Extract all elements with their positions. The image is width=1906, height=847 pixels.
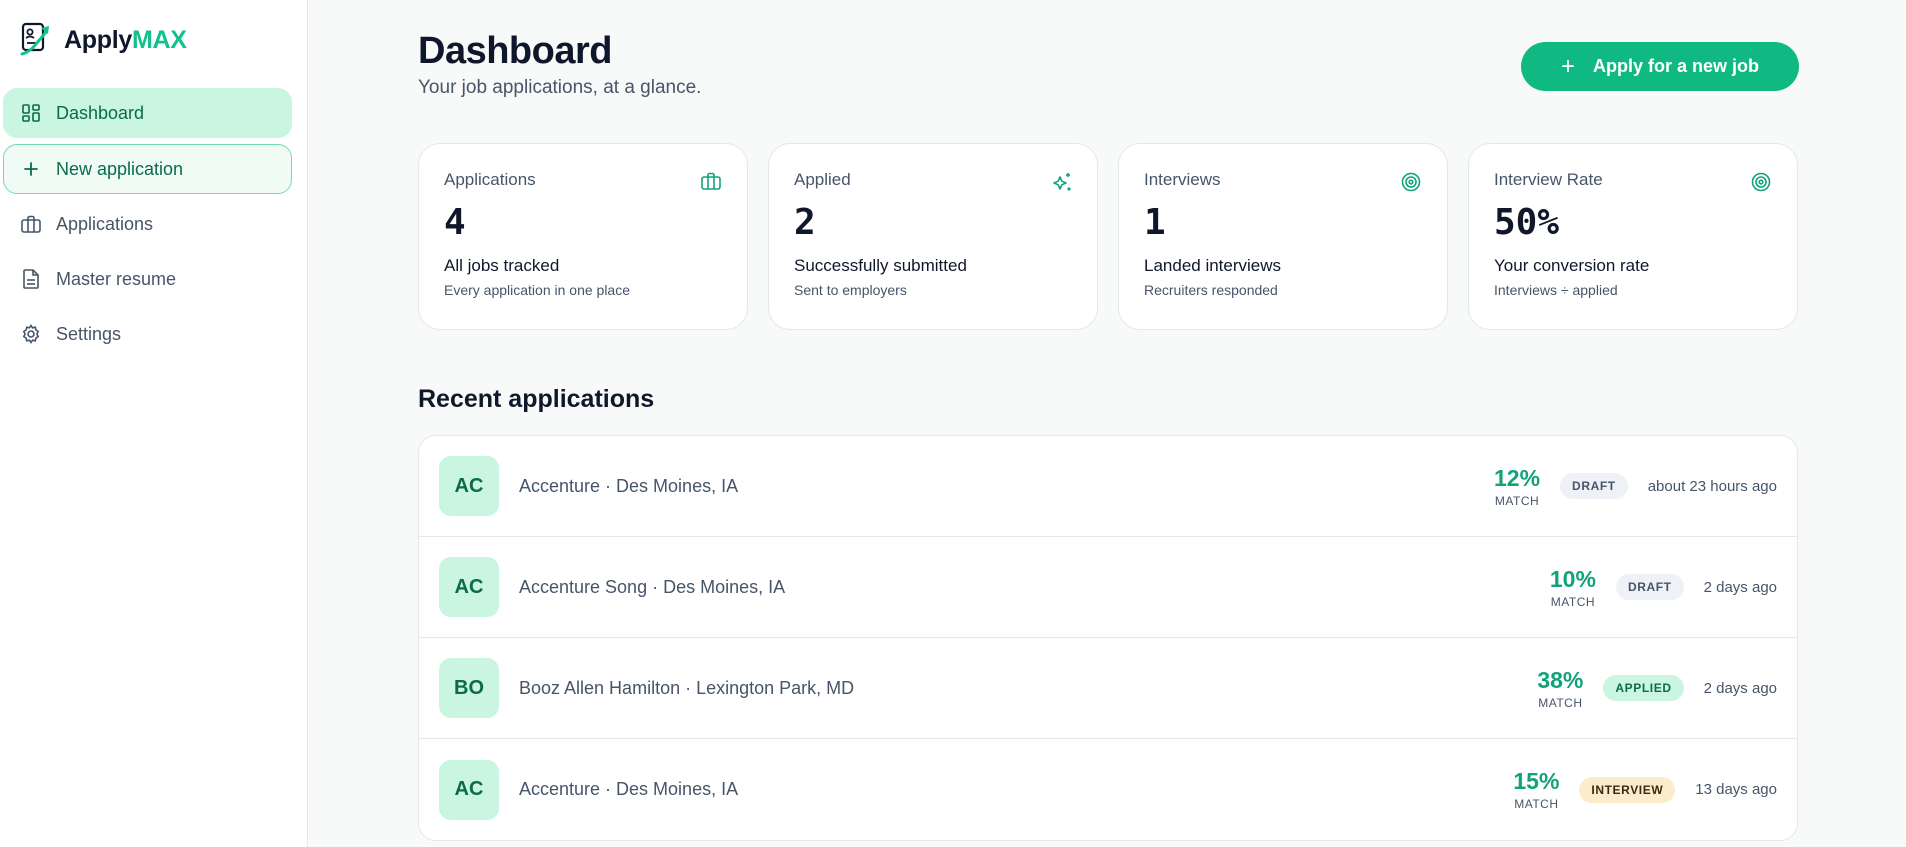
- avatar: AC: [439, 557, 499, 617]
- match-value: 15%: [1513, 768, 1560, 794]
- row-meta: 15% MATCH INTERVIEW 13 days ago: [1513, 768, 1777, 811]
- sidebar: ApplyMAX Dashboard New application Appli…: [0, 0, 308, 847]
- stat-value: 1: [1144, 202, 1166, 243]
- sidebar-item-label: New application: [56, 158, 184, 179]
- list-item[interactable]: AC Accenture · Des Moines, IA 15% MATCH …: [419, 739, 1797, 840]
- sparkle-icon: [1051, 172, 1073, 194]
- stat-caption: Your conversion rate: [1494, 256, 1650, 275]
- match-score: 38% MATCH: [1537, 667, 1583, 710]
- application-company-location: Booz Allen Hamilton · Lexington Park, MD: [519, 677, 855, 698]
- list-item[interactable]: BO Booz Allen Hamilton · Lexington Park,…: [419, 638, 1797, 739]
- sidebar-item-label: Settings: [56, 323, 122, 344]
- list-item[interactable]: AC Accenture · Des Moines, IA 12% MATCH …: [419, 436, 1797, 537]
- stat-caption: All jobs tracked: [444, 256, 560, 275]
- logo-text-max: MAX: [131, 26, 187, 54]
- apply-new-job-label: Apply for a new job: [1593, 56, 1760, 76]
- match-value: 12%: [1494, 464, 1541, 491]
- sidebar-item-label: Dashboard: [56, 102, 145, 123]
- sidebar-item-new-application[interactable]: New application: [3, 144, 292, 194]
- stat-caption: Landed interviews: [1144, 256, 1282, 275]
- briefcase-icon: [20, 213, 42, 235]
- logo-text-apply: Apply: [64, 26, 132, 54]
- stat-value: 2: [794, 202, 816, 243]
- apply-new-job-button[interactable]: + Apply for a new job: [1521, 42, 1799, 91]
- stat-subcaption: Sent to employers: [794, 282, 907, 298]
- plus-icon: [20, 158, 42, 180]
- application-company-location: Accenture · Des Moines, IA: [519, 779, 739, 799]
- recent-applications-list: AC Accenture · Des Moines, IA 12% MATCH …: [418, 435, 1798, 841]
- sidebar-item-settings[interactable]: Settings: [3, 310, 292, 358]
- match-label: MATCH: [1550, 594, 1596, 609]
- timestamp: 13 days ago: [1695, 781, 1777, 798]
- stat-card-applied: Applied 2 Successfully submitted Sent to…: [768, 143, 1098, 330]
- page-subtitle: Your job applications, at a glance.: [418, 77, 702, 98]
- stat-subcaption: Interviews ÷ applied: [1494, 282, 1618, 298]
- stat-label: Interviews: [1144, 170, 1221, 189]
- status-badge: DRAFT: [1615, 574, 1684, 600]
- stat-subcaption: Every application in one place: [444, 282, 631, 298]
- logo-icon: [18, 18, 58, 63]
- sidebar-item-applications[interactable]: Applications: [3, 200, 292, 248]
- stat-caption: Successfully submitted: [794, 256, 967, 275]
- stat-subcaption: Recruiters responded: [1144, 282, 1278, 298]
- row-meta: 10% MATCH DRAFT 2 days ago: [1550, 566, 1777, 609]
- sidebar-item-dashboard[interactable]: Dashboard: [3, 88, 292, 138]
- target-icon: [1401, 172, 1423, 194]
- stat-label: Applied: [794, 170, 851, 189]
- application-company-location: Accenture Song · Des Moines, IA: [519, 576, 786, 597]
- match-label: MATCH: [1514, 797, 1559, 811]
- status-badge: INTERVIEW: [1579, 776, 1676, 803]
- plus-icon: +: [1560, 52, 1575, 80]
- avatar: BO: [439, 658, 499, 718]
- stats-cards: Applications 4 All jobs tracked Every ap…: [418, 143, 1798, 330]
- stat-card-interview-rate: Interview Rate 50% Your conversion rate …: [1468, 143, 1798, 330]
- stat-card-interviews: Interviews 1 Landed interviews Recruiter…: [1118, 143, 1448, 330]
- sidebar-item-master-resume[interactable]: Master resume: [3, 255, 292, 303]
- application-company-location: Accenture · Des Moines, IA: [519, 475, 739, 496]
- logo-wordmark: ApplyMAX: [64, 26, 187, 55]
- row-meta: 12% MATCH DRAFT about 23 hours ago: [1494, 465, 1777, 508]
- match-value: 38%: [1537, 666, 1584, 693]
- target-icon: [1751, 172, 1773, 194]
- match-score: 15% MATCH: [1513, 768, 1559, 811]
- avatar: AC: [439, 759, 499, 820]
- sidebar-nav: Dashboard New application Applications M…: [3, 88, 292, 365]
- list-item[interactable]: AC Accenture Song · Des Moines, IA 10% M…: [419, 537, 1797, 638]
- status-badge: DRAFT: [1560, 473, 1628, 499]
- timestamp: about 23 hours ago: [1647, 477, 1777, 495]
- logo[interactable]: ApplyMAX: [18, 18, 187, 63]
- timestamp: 2 days ago: [1703, 578, 1777, 596]
- stat-value: 50%: [1494, 202, 1560, 243]
- match-label: MATCH: [1538, 695, 1583, 710]
- row-meta: 38% MATCH APPLIED 2 days ago: [1537, 667, 1777, 710]
- stat-card-applications: Applications 4 All jobs tracked Every ap…: [418, 143, 748, 330]
- gear-icon: [20, 323, 42, 345]
- avatar: AC: [439, 456, 499, 516]
- sidebar-item-label: Applications: [56, 213, 154, 234]
- stat-label: Applications: [444, 170, 536, 189]
- recent-applications-title: Recent applications: [418, 385, 655, 413]
- document-icon: [20, 268, 42, 290]
- match-label: MATCH: [1494, 493, 1540, 508]
- match-score: 10% MATCH: [1550, 566, 1596, 609]
- timestamp: 2 days ago: [1703, 679, 1777, 697]
- grid-icon: [20, 102, 42, 124]
- sidebar-item-label: Master resume: [56, 268, 177, 289]
- match-value: 10%: [1549, 565, 1596, 592]
- stat-label: Interview Rate: [1494, 170, 1603, 189]
- briefcase-icon: [701, 172, 723, 194]
- status-badge: APPLIED: [1603, 675, 1684, 701]
- page-title: Dashboard: [418, 30, 612, 72]
- stat-value: 4: [444, 202, 466, 243]
- match-score: 12% MATCH: [1494, 465, 1540, 508]
